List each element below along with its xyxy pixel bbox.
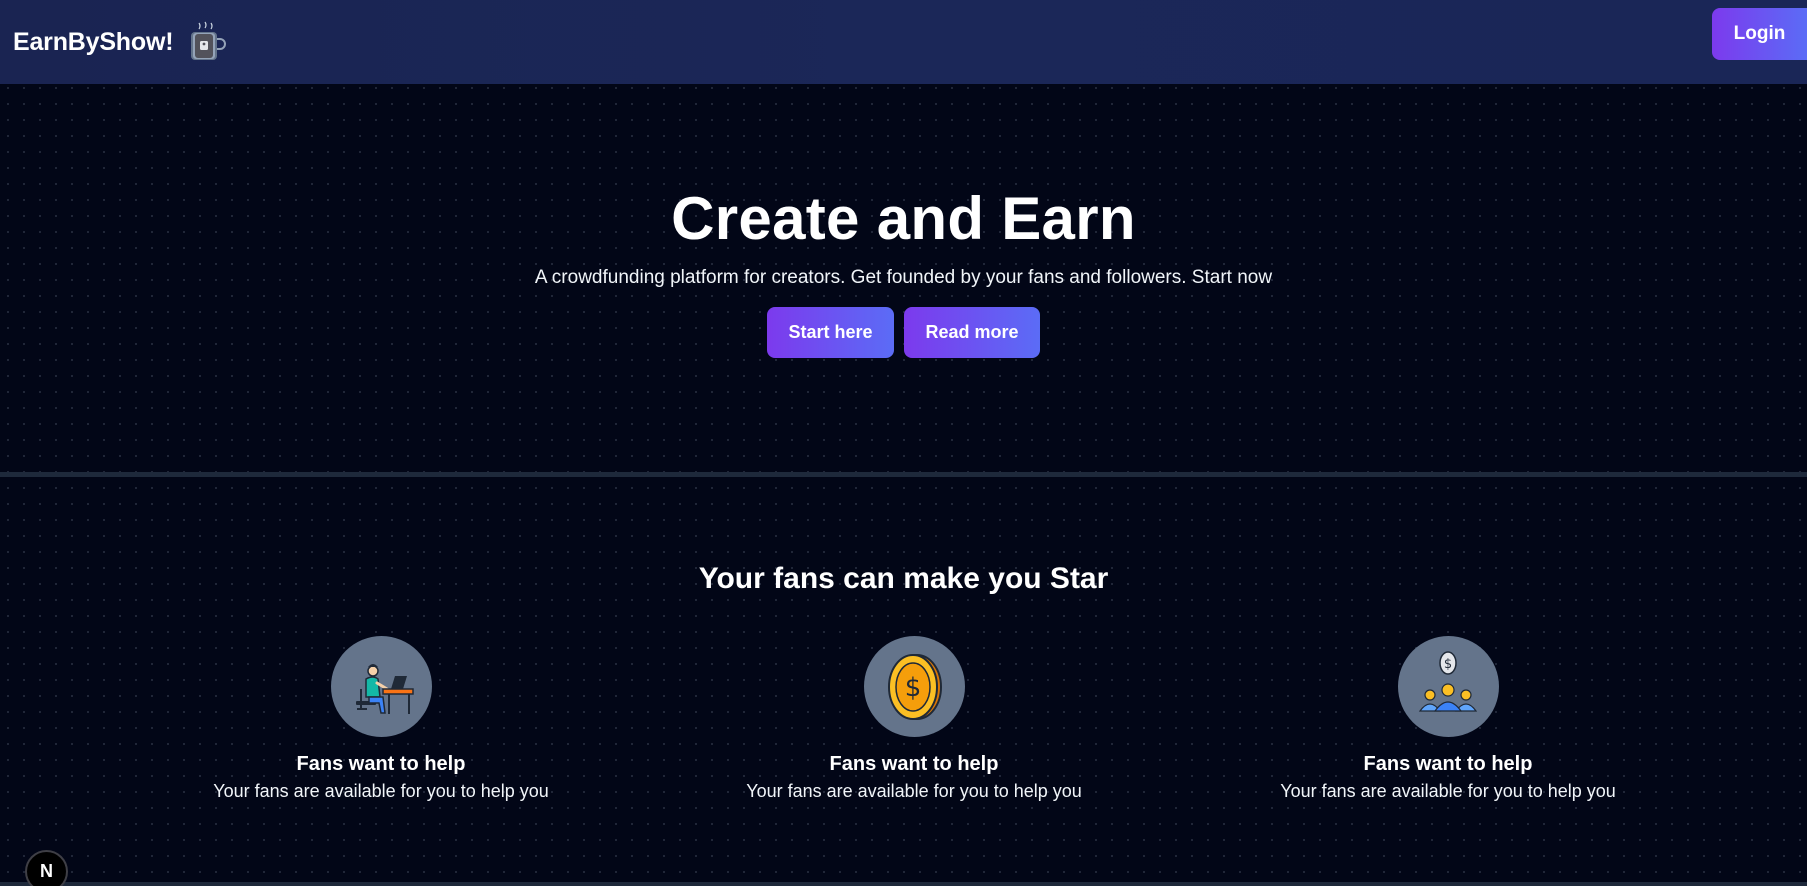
gold-coin-icon: $ bbox=[888, 653, 942, 720]
hero-subtitle: A crowdfunding platform for creators. Ge… bbox=[534, 267, 1273, 288]
brand[interactable]: EarnByShow! bbox=[13, 19, 227, 66]
page: EarnByShow! Login Create and Earn A crow… bbox=[0, 0, 1807, 886]
feature-text: Your fans are available for you to help … bbox=[1280, 781, 1616, 801]
navbar: EarnByShow! Login bbox=[0, 0, 1807, 84]
feature-card: $ Fans want to help Your fans are availa… bbox=[1268, 636, 1628, 802]
features-heading: Your fans can make you Star bbox=[698, 562, 1109, 595]
feature-title: Fans want to help bbox=[1363, 753, 1533, 775]
read-more-button[interactable]: Read more bbox=[904, 307, 1040, 358]
start-here-button[interactable]: Start here bbox=[767, 307, 894, 358]
svg-text:$: $ bbox=[905, 673, 922, 703]
feature-title: Fans want to help bbox=[829, 753, 999, 775]
feature-icon-circle: $ bbox=[863, 636, 965, 737]
brand-name[interactable]: EarnByShow! bbox=[13, 28, 174, 57]
hero-buttons: Start here Read more bbox=[767, 307, 1040, 358]
feature-card: Fans want to help Your fans are availabl… bbox=[201, 636, 561, 802]
feature-title: Fans want to help bbox=[296, 753, 466, 775]
dev-indicator-badge[interactable]: N bbox=[25, 850, 68, 886]
feature-card: $ Fans want to help Your fans are availa… bbox=[734, 636, 1094, 802]
login-button[interactable]: Login bbox=[1712, 8, 1807, 60]
coffee-mug-icon bbox=[187, 19, 227, 66]
section-divider bbox=[0, 472, 1807, 477]
hero-section: Create and Earn A crowdfunding platform … bbox=[0, 84, 1807, 474]
feature-icon-circle: $ bbox=[1397, 636, 1499, 737]
svg-text:$: $ bbox=[1444, 657, 1452, 672]
person-at-desk-icon bbox=[356, 663, 414, 714]
feature-text: Your fans are available for you to help … bbox=[213, 781, 549, 801]
footer-divider bbox=[0, 882, 1807, 886]
hero-title: Create and Earn bbox=[671, 185, 1136, 252]
feature-icon-circle bbox=[330, 636, 432, 737]
feature-text: Your fans are available for you to help … bbox=[746, 781, 1082, 801]
group-funding-icon: $ bbox=[1418, 650, 1478, 712]
